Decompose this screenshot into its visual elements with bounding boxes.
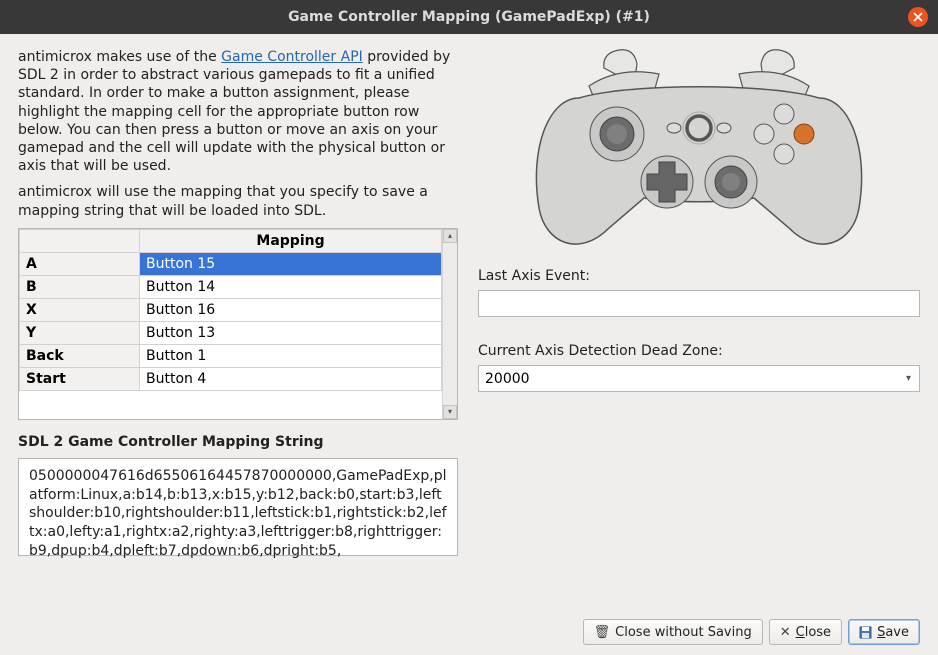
deadzone-value: 20000 (485, 371, 530, 387)
deadzone-label: Current Axis Detection Dead Zone: (478, 343, 920, 359)
last-axis-label: Last Axis Event: (478, 268, 920, 284)
mapping-row-key[interactable]: Back (20, 344, 140, 367)
close-label: Close (796, 625, 831, 640)
trash-icon: 🗑 (594, 625, 611, 640)
save-icon (859, 626, 872, 639)
close-icon (913, 12, 923, 22)
x-icon: ✕ (780, 625, 791, 640)
intro-text-part1: antimicrox makes use of the (18, 49, 221, 65)
window-title: Game Controller Mapping (GamePadExp) (#1… (288, 9, 650, 25)
scrollbar-down-button[interactable]: ▾ (443, 405, 457, 419)
chevron-down-icon: ▾ (906, 373, 911, 384)
table-row[interactable]: BackButton 1 (20, 344, 442, 367)
mapping-row-key[interactable]: X (20, 298, 140, 321)
game-controller-api-link[interactable]: Game Controller API (221, 49, 363, 65)
table-row[interactable]: BButton 14 (20, 275, 442, 298)
mapping-row-value[interactable]: Button 16 (140, 298, 442, 321)
mapping-table-corner (20, 229, 140, 252)
save-label: Save (877, 625, 909, 640)
mapping-table-header: Mapping (140, 229, 442, 252)
mapping-row-value[interactable]: Button 15 (140, 252, 442, 275)
mapping-row-key[interactable]: Y (20, 321, 140, 344)
table-row[interactable]: XButton 16 (20, 298, 442, 321)
intro-paragraph-1: antimicrox makes use of the Game Control… (18, 48, 458, 175)
window-titlebar: Game Controller Mapping (GamePadExp) (#1… (0, 0, 938, 34)
table-row[interactable]: StartButton 4 (20, 367, 442, 390)
close-button[interactable]: ✕ Close (769, 619, 842, 645)
mapping-table[interactable]: Mapping AButton 15BButton 14XButton 16YB… (19, 229, 442, 391)
intro-paragraph-2: antimicrox will use the mapping that you… (18, 183, 458, 219)
close-without-saving-label: Close without Saving (615, 625, 752, 640)
table-row[interactable]: AButton 15 (20, 252, 442, 275)
footer-buttons: 🗑 Close without Saving ✕ Close Save (18, 609, 920, 645)
mapping-table-container: Mapping AButton 15BButton 14XButton 16YB… (18, 228, 458, 420)
scrollbar-track[interactable] (443, 243, 457, 405)
window-close-button[interactable] (908, 7, 928, 27)
scrollbar[interactable]: ▴ ▾ (442, 229, 457, 419)
mapping-row-value[interactable]: Button 14 (140, 275, 442, 298)
last-axis-input[interactable] (478, 290, 920, 317)
left-panel: antimicrox makes use of the Game Control… (18, 48, 458, 609)
right-panel: Last Axis Event: Current Axis Detection … (478, 48, 920, 609)
sdl-string-box[interactable]: 0500000047616d65506164457870000000,GameP… (18, 458, 458, 556)
mapping-row-value[interactable]: Button 1 (140, 344, 442, 367)
mapping-row-value[interactable]: Button 13 (140, 321, 442, 344)
deadzone-dropdown[interactable]: 20000 ▾ (478, 365, 920, 392)
scrollbar-up-button[interactable]: ▴ (443, 229, 457, 243)
mapping-row-value[interactable]: Button 4 (140, 367, 442, 390)
mapping-row-key[interactable]: A (20, 252, 140, 275)
table-row[interactable]: YButton 13 (20, 321, 442, 344)
window-body: antimicrox makes use of the Game Control… (0, 34, 938, 655)
sdl-string-label: SDL 2 Game Controller Mapping String (18, 434, 458, 450)
close-without-saving-button[interactable]: 🗑 Close without Saving (583, 619, 763, 645)
intro-text-part2: provided by SDL 2 in order to abstract v… (18, 49, 450, 174)
gamepad-icon (509, 48, 889, 258)
mapping-row-key[interactable]: Start (20, 367, 140, 390)
save-button[interactable]: Save (848, 619, 920, 645)
mapping-row-key[interactable]: B (20, 275, 140, 298)
controller-image (478, 48, 920, 258)
